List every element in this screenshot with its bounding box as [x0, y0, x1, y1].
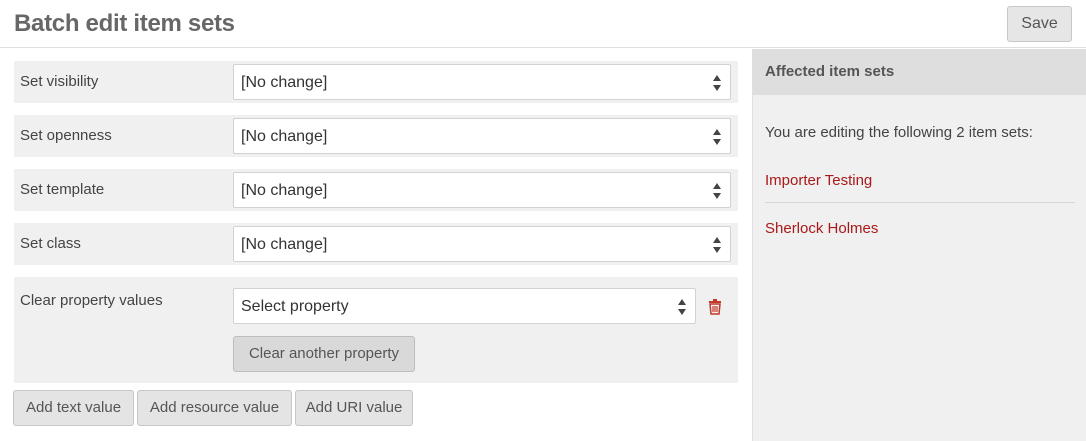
select-arrows-icon — [713, 183, 721, 199]
page-header: Batch edit item sets Save — [0, 0, 1086, 48]
class-row: Set class [No change] — [14, 223, 738, 265]
page-title: Batch edit item sets — [14, 10, 235, 37]
save-button[interactable]: Save — [1007, 6, 1072, 42]
property-select-value: Select property — [241, 298, 349, 315]
sidebar-header: Affected item sets — [753, 49, 1086, 95]
class-label: Set class — [20, 235, 81, 252]
template-select[interactable]: [No change] — [233, 172, 731, 208]
template-row: Set template [No change] — [14, 169, 738, 211]
openness-select[interactable]: [No change] — [233, 118, 731, 154]
class-select-value: [No change] — [241, 236, 328, 253]
select-arrows-icon — [713, 237, 721, 253]
sidebar-description: You are editing the following 2 item set… — [765, 124, 1033, 141]
visibility-select-value: [No change] — [241, 74, 328, 91]
affected-item-sets-sidebar: Affected item sets You are editing the f… — [752, 49, 1086, 441]
visibility-label: Set visibility — [20, 73, 99, 90]
sidebar-title: Affected item sets — [765, 63, 895, 80]
class-select[interactable]: [No change] — [233, 226, 731, 262]
add-uri-value-button[interactable]: Add URI value — [295, 390, 413, 426]
template-select-value: [No change] — [241, 182, 328, 199]
visibility-row: Set visibility [No change] — [14, 61, 738, 103]
openness-select-value: [No change] — [241, 128, 328, 145]
divider — [765, 202, 1075, 203]
add-resource-value-button[interactable]: Add resource value — [137, 390, 292, 426]
item-set-link[interactable]: Sherlock Holmes — [765, 219, 878, 239]
clear-another-property-button[interactable]: Clear another property — [233, 336, 415, 372]
select-arrows-icon — [678, 299, 686, 315]
openness-label: Set openness — [20, 127, 112, 144]
clear-property-label: Clear property values — [20, 292, 163, 309]
select-arrows-icon — [713, 129, 721, 145]
property-select[interactable]: Select property — [233, 288, 696, 324]
select-arrows-icon — [713, 75, 721, 91]
template-label: Set template — [20, 181, 105, 198]
add-text-value-button[interactable]: Add text value — [13, 390, 134, 426]
item-set-link[interactable]: Importer Testing — [765, 171, 872, 191]
batch-edit-form: Set visibility [No change] Set openness … — [0, 49, 752, 441]
visibility-select[interactable]: [No change] — [233, 64, 731, 100]
openness-row: Set openness [No change] — [14, 115, 738, 157]
trash-icon[interactable] — [708, 299, 722, 315]
